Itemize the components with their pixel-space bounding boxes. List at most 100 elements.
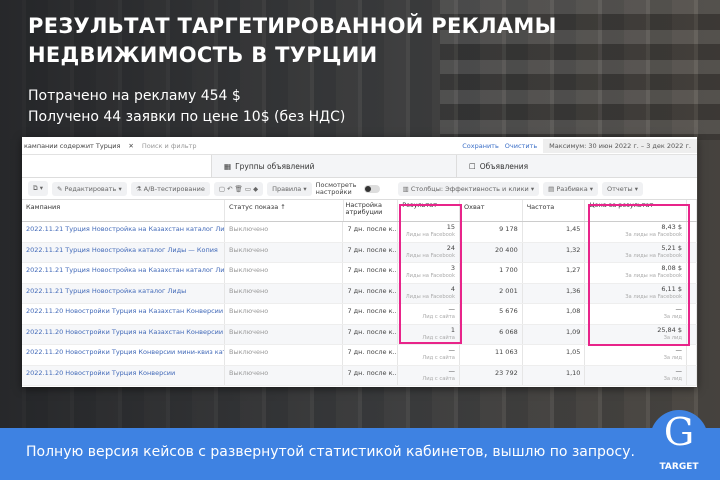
result-value: — (448, 366, 455, 375)
adsets-icon: ▦ (224, 161, 232, 171)
reach: 5 676 (460, 304, 523, 324)
toolbar-icons[interactable]: ▢ ↶ 🗑 ▭ ◆ (213, 181, 264, 196)
attribution: 7 дн. после к... (343, 304, 399, 324)
result-value: — (448, 346, 455, 354)
status: Выключено (225, 365, 344, 385)
cell-more (687, 345, 697, 365)
result-type: Лид с сайта (422, 355, 455, 361)
col-attribution[interactable]: Настройка атрибуции (344, 200, 399, 221)
campaign-name[interactable]: 2022.11.20 Новостройки Турция на Казахст… (22, 304, 226, 324)
cost-value: — (675, 346, 683, 354)
logo-text: TARGET (659, 462, 699, 472)
campaign-name[interactable]: 2022.11.20 Новостройки Турция на Казахст… (22, 324, 226, 344)
reach: 2 001 (460, 283, 523, 303)
filter-chip[interactable]: кампании содержит Турция (24, 142, 120, 150)
date-range[interactable]: Максимум: 30 июн 2022 г. – 3 дек 2022 г. (543, 138, 697, 153)
rules-label: Правила (272, 184, 302, 193)
status: Выключено (225, 263, 344, 283)
tab-adsets[interactable]: ▦ Группы объявлений (212, 155, 457, 177)
campaign-name[interactable]: 2022.11.21 Турция Новостройка на Казахст… (22, 263, 226, 283)
target-logo: G TARGET (650, 410, 708, 472)
logo-letter: G (663, 410, 695, 454)
cost-type: За лид (663, 355, 682, 361)
cost-per-result: — За лид (585, 345, 687, 365)
status: Выключено (225, 222, 344, 242)
view-settings-label: Посмотреть настройки (315, 180, 357, 196)
table-row[interactable]: 2022.11.20 Новостройки Турция Конверсии … (22, 365, 697, 386)
clear-button[interactable]: Очистить (505, 142, 537, 150)
campaign-name[interactable]: 2022.11.20 Новостройки Турция Конверсии (22, 365, 226, 385)
status: Выключено (225, 283, 344, 303)
reports-label: Отчеты (607, 184, 633, 193)
campaign-name[interactable]: 2022.11.21 Турция Новостройка каталог Ли… (22, 242, 226, 262)
ads-manager-screenshot: кампании содержит Турция ✕ Поиск и фильт… (22, 137, 697, 387)
attribution: 7 дн. после к... (343, 242, 399, 262)
col-status[interactable]: Статус показа ↑ (225, 200, 344, 221)
table-row[interactable]: 2022.11.20 Новостройки Турция Конверсии … (22, 345, 697, 366)
attribution: 7 дн. после к... (343, 345, 399, 365)
attribution: 7 дн. после к... (343, 283, 399, 303)
ab-test-button[interactable]: ⚗ A/B-тестирование (130, 181, 210, 196)
ab-label: A/B-тестирование (143, 184, 205, 193)
tab-label: Группы объявлений (235, 161, 315, 171)
reach: 11 063 (460, 345, 523, 365)
close-icon[interactable]: ✕ (128, 142, 133, 150)
frequency: 1,09 (523, 324, 586, 344)
col-frequency[interactable]: Частота (523, 200, 586, 221)
cell-more (687, 365, 697, 385)
frequency: 1,45 (523, 222, 586, 242)
save-button[interactable]: Сохранить (462, 142, 499, 150)
cost-per-result: — За лид (585, 365, 687, 385)
rules-button[interactable]: Правила ▾ (267, 181, 312, 196)
campaign-name[interactable]: 2022.11.21 Турция Новостройка на Казахст… (22, 222, 226, 242)
ads-icon: ☐ (469, 161, 476, 171)
breakdown-button[interactable]: ▤ Разбивка ▾ (543, 181, 599, 196)
tab-ads[interactable]: ☐ Объявления (457, 155, 528, 177)
headline: РЕЗУЛЬТАТ ТАРГЕТИРОВАННОЙ РЕКЛАМЫ НЕДВИЖИ… (28, 14, 557, 67)
footer-text: Полную версия кейсов с развернутой стати… (26, 444, 635, 460)
cost-type: За лид (663, 375, 682, 382)
reach: 6 068 (460, 324, 523, 344)
status: Выключено (225, 242, 344, 262)
campaign-table: Кампания Статус показа ↑ Настройка атриб… (22, 200, 697, 386)
frequency: 1,36 (523, 283, 586, 303)
footer-banner: Полную версия кейсов с развернутой стати… (0, 428, 720, 480)
reach: 20 400 (460, 242, 523, 262)
summary: Потрачено на рекламу 454 $ Получено 44 за… (28, 88, 346, 125)
edit-button[interactable]: ✎ Редактировать ▾ (51, 181, 127, 196)
reach: 1 700 (460, 263, 523, 283)
cost-highlight (588, 204, 690, 346)
filter-bar: кампании содержит Турция ✕ Поиск и фильт… (22, 137, 697, 155)
view-settings-toggle[interactable] (363, 184, 380, 193)
reach: 23 792 (460, 365, 523, 385)
tab-label: Объявления (479, 161, 529, 171)
attribution: 7 дн. после к... (343, 222, 399, 242)
campaign-name[interactable]: 2022.11.20 Новостройки Турция Конверсии … (22, 345, 226, 365)
search-input[interactable]: Поиск и фильтр (142, 142, 197, 150)
reports-button[interactable]: Отчеты ▾ (602, 181, 644, 196)
campaign-name[interactable]: 2022.11.21 Турция Новостройка каталог Ли… (22, 283, 226, 303)
edit-label: Редактировать (64, 184, 117, 193)
frequency: 1,10 (523, 365, 586, 385)
breakdown-label: Разбивка (556, 184, 588, 193)
status: Выключено (225, 345, 344, 365)
attribution: 7 дн. после к... (343, 324, 399, 344)
frequency: 1,05 (523, 345, 586, 365)
result-type: Лид с сайта (422, 375, 455, 382)
columns-label: Столбцы: Эффективность и клики (410, 184, 529, 193)
cost-value: — (675, 366, 683, 375)
col-campaign[interactable]: Кампания (22, 200, 226, 221)
toolbar: ⧉ ▾ ✎ Редактировать ▾ ⚗ A/B-тестирование… (22, 178, 697, 200)
status: Выключено (225, 324, 344, 344)
status: Выключено (225, 304, 344, 324)
columns-button[interactable]: ▥ Столбцы: Эффективность и клики ▾ (397, 181, 540, 196)
attribution: 7 дн. после к... (343, 263, 399, 283)
tab-campaigns[interactable] (22, 155, 212, 177)
col-reach[interactable]: Охват (460, 200, 523, 221)
result: — Лид с сайта (398, 345, 460, 365)
frequency: 1,08 (523, 304, 586, 324)
reach: 9 178 (460, 222, 523, 242)
attribution: 7 дн. после к... (343, 365, 399, 385)
frequency: 1,32 (523, 242, 586, 262)
duplicate-button[interactable]: ⧉ ▾ (28, 181, 48, 196)
